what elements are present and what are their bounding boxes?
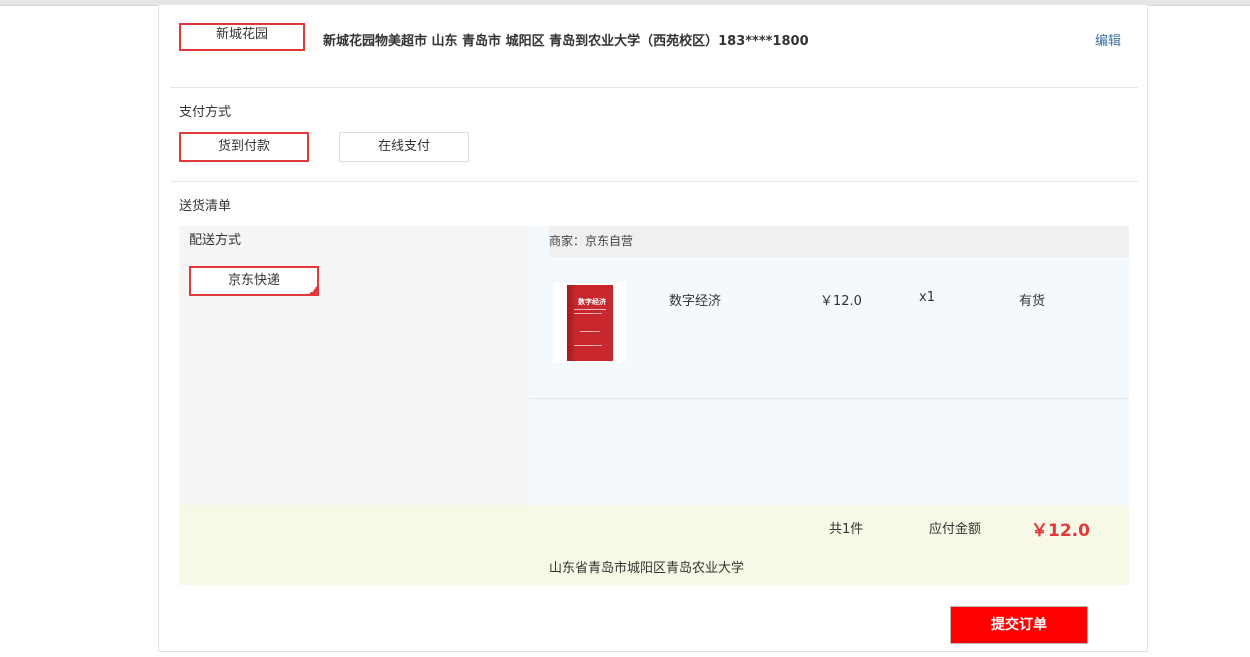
cover-line xyxy=(574,313,602,314)
payment-option-cod[interactable]: 货到付款 xyxy=(179,132,309,162)
address-detail: 新城花园物美超市 山东 青岛市 城阳区 青岛到农业大学（西苑校区）183****… xyxy=(323,34,809,49)
product-name[interactable]: 数字经济 xyxy=(669,290,721,309)
cover-line xyxy=(574,345,602,346)
goods-divider xyxy=(529,398,1129,399)
amount-value: ￥12.0 xyxy=(1031,521,1090,541)
checkout-container: 新城花园 新城花园物美超市 山东 青岛市 城阳区 青岛到农业大学（西苑校区）18… xyxy=(158,5,1148,652)
product-stock: 有货 xyxy=(1019,294,1046,309)
delivery-method-option[interactable]: 京东快递 ✓ xyxy=(189,266,319,296)
amount-label: 应付金额 xyxy=(929,522,982,537)
submit-order-button[interactable]: 提交订单 xyxy=(950,606,1088,644)
checkmark-icon: ✓ xyxy=(310,286,317,295)
cover-line xyxy=(574,309,606,310)
delivery-method-title: 配送方式 xyxy=(189,233,242,248)
item-count: 共1件 xyxy=(829,522,864,537)
edit-address-link[interactable]: 编辑 xyxy=(1095,30,1121,49)
delivery-list-title: 送货清单 xyxy=(179,199,232,214)
book-cover-title: 数字经济 xyxy=(578,298,606,306)
payment-title: 支付方式 xyxy=(179,105,232,120)
divider xyxy=(170,181,1138,182)
goods-panel: 商家：京东自营 数字经济 数字经济 ￥12.0 x1 有货 xyxy=(529,226,1129,505)
product-image[interactable]: 数字经济 xyxy=(553,283,625,363)
payment-option-online[interactable]: 在线支付 xyxy=(339,132,469,162)
book-cover: 数字经济 xyxy=(567,285,613,361)
product-quantity: x1 xyxy=(919,290,935,305)
order-summary: 共1件 应付金额 ￥12.0 山东省青岛市城阳区青岛农业大学 xyxy=(179,505,1129,585)
divider xyxy=(170,87,1138,88)
delivery-method-panel: 配送方式 京东快递 ✓ xyxy=(179,226,529,505)
cover-line xyxy=(580,331,600,332)
delivery-method-label: 京东快递 xyxy=(227,273,280,288)
address-tag[interactable]: 新城花园 xyxy=(179,23,305,51)
shipping-address: 山东省青岛市城阳区青岛农业大学 xyxy=(549,561,745,576)
product-price: ￥12.0 xyxy=(820,294,862,309)
merchant-label: 商家：京东自营 xyxy=(549,226,1129,257)
